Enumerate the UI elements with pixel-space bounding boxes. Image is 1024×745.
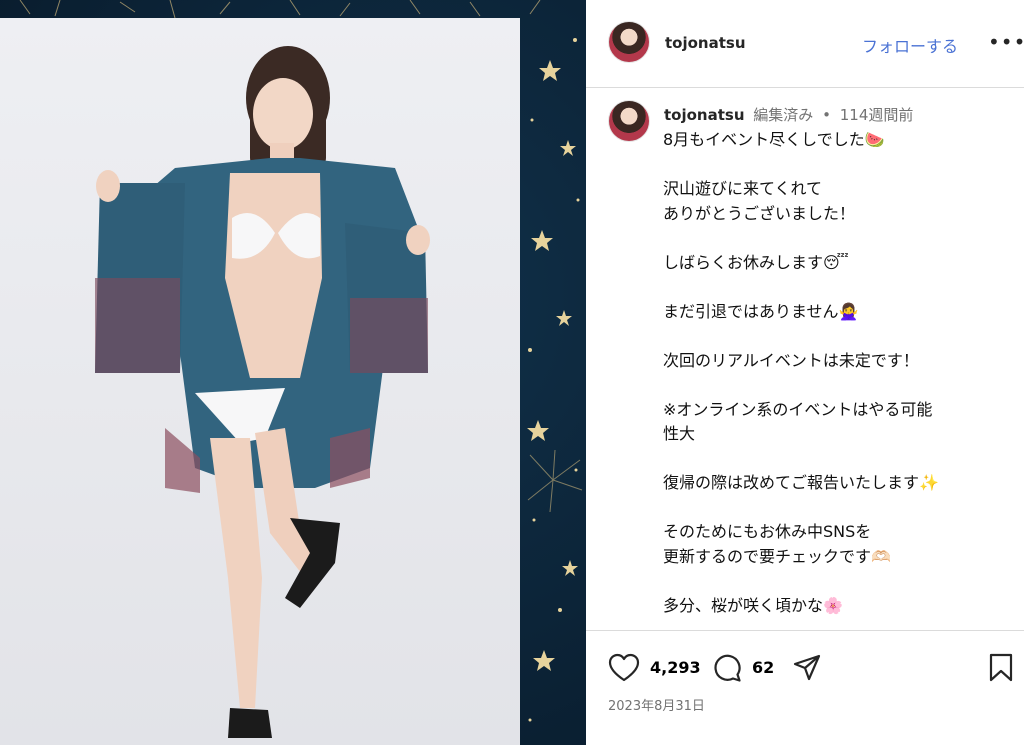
post-date[interactable]: 2023年8月31日 [608, 695, 705, 714]
caption-avatar[interactable] [608, 100, 650, 142]
follow-button[interactable]: フォローする [862, 33, 958, 57]
post-media[interactable] [0, 0, 586, 745]
caption-text: 8月もイベント尽くしでした🍉 沢山遊びに来てくれて ありがとうございました！ し… [663, 130, 939, 615]
avatar[interactable] [608, 21, 650, 63]
post-header: tojonatsu フォローする ••• [586, 0, 1024, 88]
more-options-icon[interactable]: ••• [988, 30, 1024, 54]
post-sidebar: tojonatsu フォローする ••• tojonatsu 編集済み • 11… [586, 0, 1024, 745]
caption-username[interactable]: tojonatsu [664, 106, 745, 124]
heart-icon[interactable] [608, 653, 640, 683]
separator-dot: • [822, 106, 831, 124]
header-username[interactable]: tojonatsu [665, 34, 746, 52]
edited-label: 編集済み [753, 106, 814, 124]
share-icon[interactable] [792, 653, 822, 683]
action-bar: 4,293 62 2023年8月31日 [586, 630, 1024, 745]
like-count[interactable]: 4,293 [650, 658, 701, 677]
model-figure [95, 46, 430, 738]
caption-header: tojonatsu 編集済み • 114週間前 [664, 104, 913, 125]
star-pattern [527, 38, 583, 722]
post-photo [0, 18, 520, 745]
bookmark-icon[interactable] [988, 653, 1014, 683]
caption-area: tojonatsu 編集済み • 114週間前 8月もイベント尽くしでした🍉 沢… [586, 89, 1024, 629]
post-time-ago[interactable]: 114週間前 [840, 106, 914, 124]
comment-icon[interactable] [712, 653, 742, 683]
comment-count[interactable]: 62 [752, 658, 774, 677]
